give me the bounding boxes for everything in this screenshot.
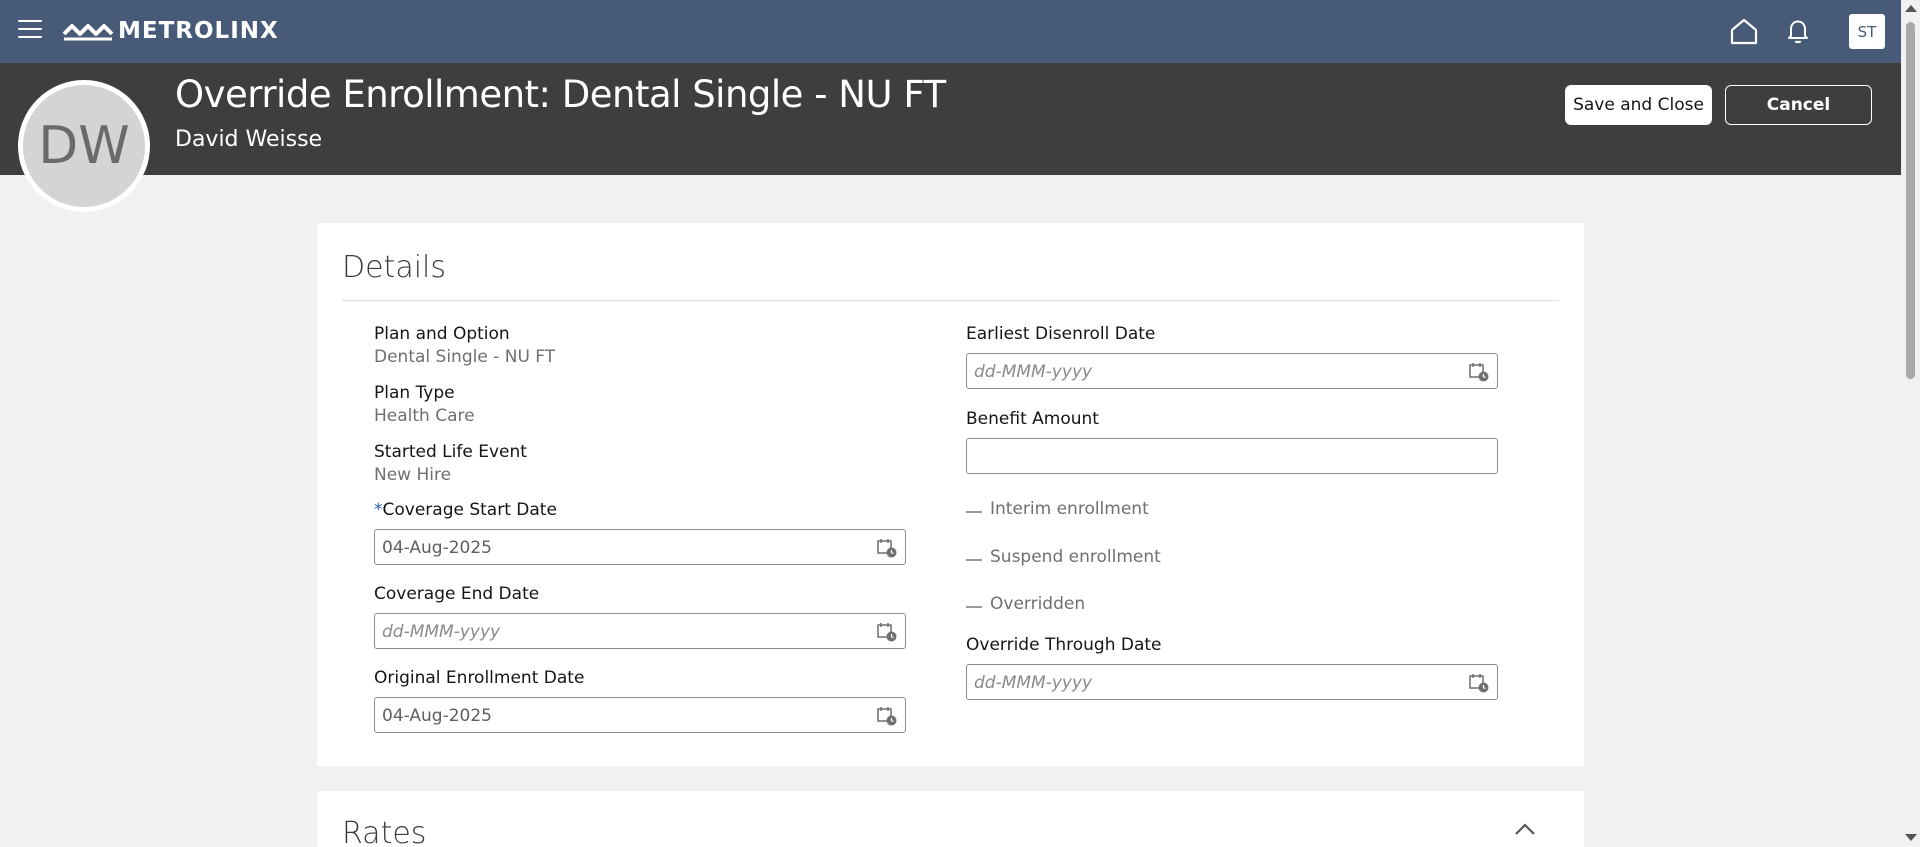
notifications-bell-icon[interactable]: [1782, 15, 1814, 47]
user-avatar[interactable]: ST: [1849, 14, 1885, 49]
benefit-amount-label: Benefit Amount: [966, 409, 1099, 429]
metrolinx-logo[interactable]: METROLINX: [62, 18, 279, 44]
benefit-amount-input[interactable]: [966, 438, 1498, 474]
coverage-end-date-input[interactable]: dd-MMM-yyyy: [374, 613, 906, 649]
original-enrollment-date-value: 04-Aug-2025: [382, 706, 492, 726]
vertical-scrollbar[interactable]: [1901, 0, 1920, 847]
details-section: Details Plan and Option Dental Single - …: [317, 223, 1584, 766]
plan-and-option-value: Dental Single - NU FT: [374, 347, 556, 367]
coverage-start-date-input[interactable]: 04-Aug-2025: [374, 529, 906, 565]
override-through-date-placeholder: dd-MMM-yyyy: [974, 673, 1093, 693]
person-avatar: DW: [18, 80, 150, 212]
interim-enrollment-label: Interim enrollment: [990, 499, 1149, 519]
home-icon[interactable]: [1728, 15, 1760, 47]
interim-enrollment-checkbox[interactable]: Interim enrollment: [966, 499, 1149, 519]
section-divider: [342, 300, 1559, 301]
suspend-enrollment-checkbox[interactable]: Suspend enrollment: [966, 547, 1161, 567]
plan-type-value: Health Care: [374, 406, 475, 426]
started-life-event-label: Started Life Event: [374, 442, 527, 462]
checkbox-indicator: [966, 606, 982, 608]
section-title-details: Details: [342, 250, 447, 285]
metrolinx-wave-icon: [62, 24, 114, 41]
overridden-label: Overridden: [990, 594, 1086, 614]
coverage-end-date-label: Coverage End Date: [374, 584, 540, 604]
scrollbar-thumb[interactable]: [1906, 22, 1915, 379]
logo-text: METROLINX: [118, 18, 279, 44]
required-marker: *: [374, 500, 383, 520]
overridden-checkbox[interactable]: Overridden: [966, 594, 1085, 614]
calendar-icon[interactable]: [1468, 361, 1490, 383]
suspend-enrollment-label: Suspend enrollment: [990, 547, 1161, 567]
calendar-icon[interactable]: [876, 537, 898, 559]
section-title-rates: Rates: [342, 816, 427, 847]
coverage-end-date-placeholder: dd-MMM-yyyy: [382, 622, 501, 642]
top-navigation-bar: METROLINX ST: [0, 0, 1901, 63]
checkbox-indicator: [966, 511, 982, 513]
plan-and-option-label: Plan and Option: [374, 324, 510, 344]
calendar-icon[interactable]: [876, 705, 898, 727]
checkbox-indicator: [966, 559, 982, 561]
earliest-disenroll-date-input[interactable]: dd-MMM-yyyy: [966, 353, 1498, 389]
earliest-disenroll-date-label: Earliest Disenroll Date: [966, 324, 1156, 344]
original-enrollment-date-label: Original Enrollment Date: [374, 668, 585, 688]
chevron-up-icon[interactable]: [1513, 821, 1537, 837]
rates-section: Rates: [317, 791, 1584, 847]
scroll-down-arrow-icon[interactable]: [1905, 834, 1917, 841]
plan-type-label: Plan Type: [374, 383, 455, 403]
person-name: David Weisse: [175, 127, 323, 152]
coverage-start-date-label: *Coverage Start Date: [374, 500, 557, 520]
page-title: Override Enrollment: Dental Single - NU …: [175, 73, 946, 116]
hamburger-menu-icon[interactable]: [18, 20, 42, 40]
coverage-start-date-value: 04-Aug-2025: [382, 538, 492, 558]
calendar-icon[interactable]: [1468, 672, 1490, 694]
coverage-start-date-label-text: Coverage Start Date: [382, 500, 557, 520]
cancel-button[interactable]: Cancel: [1725, 85, 1872, 125]
override-through-date-input[interactable]: dd-MMM-yyyy: [966, 664, 1498, 700]
original-enrollment-date-input[interactable]: 04-Aug-2025: [374, 697, 906, 733]
started-life-event-value: New Hire: [374, 465, 452, 485]
save-and-close-button[interactable]: Save and Close: [1565, 85, 1712, 125]
calendar-icon[interactable]: [876, 621, 898, 643]
scroll-up-arrow-icon[interactable]: [1905, 5, 1917, 12]
override-through-date-label: Override Through Date: [966, 635, 1162, 655]
earliest-disenroll-date-placeholder: dd-MMM-yyyy: [974, 362, 1093, 382]
